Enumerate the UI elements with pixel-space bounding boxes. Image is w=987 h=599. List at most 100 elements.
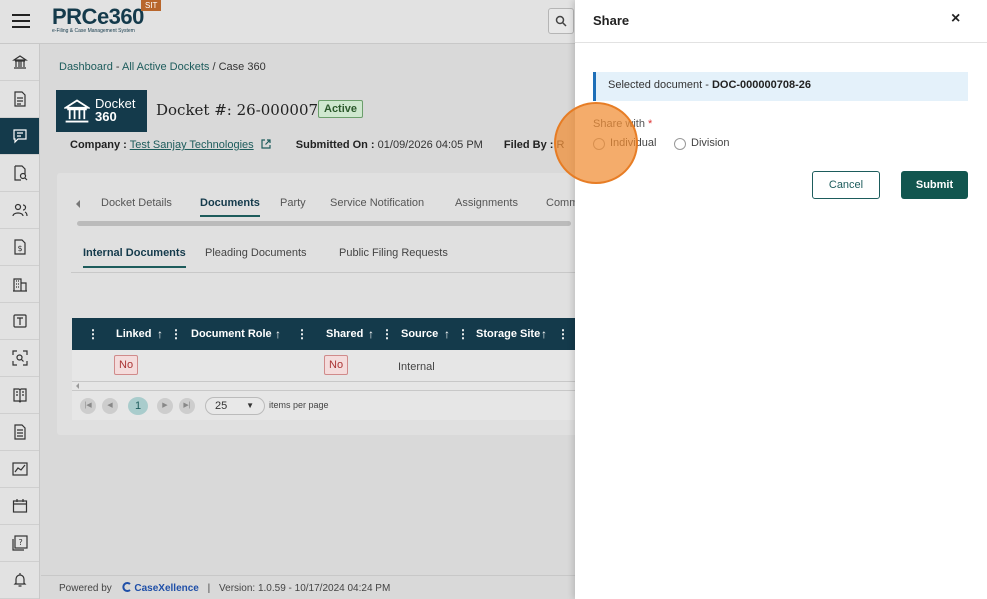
tab-documents[interactable]: Documents: [200, 197, 260, 217]
menu-icon[interactable]: [12, 14, 30, 28]
breadcrumb-dashboard[interactable]: Dashboard: [59, 61, 113, 73]
main-content: Dashboard - All Active Dockets / Case 36…: [41, 45, 587, 575]
column-menu-icon[interactable]: ⋮: [296, 327, 308, 341]
sidebar-item-organizations[interactable]: [0, 266, 39, 303]
text-box-icon: [12, 314, 27, 328]
breadcrumb-active-dockets[interactable]: All Active Dockets: [122, 61, 209, 73]
close-icon[interactable]: ×: [951, 10, 960, 28]
sidebar-item-fees[interactable]: $: [0, 229, 39, 266]
radio-division-label[interactable]: Division: [691, 137, 730, 149]
sidebar-item-notifications[interactable]: [0, 562, 39, 599]
cancel-button[interactable]: Cancel: [812, 171, 880, 199]
page-size-select[interactable]: 25 ▼: [205, 397, 265, 415]
linked-badge: No: [114, 355, 139, 375]
shared-badge: No: [324, 355, 349, 375]
column-header-document-role[interactable]: Document Role: [191, 328, 272, 340]
file-search-icon: [13, 165, 27, 181]
column-header-source[interactable]: Source: [401, 328, 438, 340]
first-page-button[interactable]: |◀: [80, 398, 96, 414]
column-header-shared[interactable]: Shared: [326, 328, 363, 340]
sort-icon[interactable]: ↑: [541, 327, 547, 341]
sidebar-item-library[interactable]: [0, 377, 39, 414]
bank-icon: [11, 55, 28, 69]
sidebar-item-documents[interactable]: [0, 81, 39, 118]
sort-icon[interactable]: ↑: [368, 327, 374, 341]
search-button[interactable]: [548, 8, 574, 34]
prev-page-button[interactable]: ◀: [102, 398, 118, 414]
radio-circle[interactable]: [593, 138, 605, 150]
version-text: Version: 1.0.59 - 10/17/2024 04:24 PM: [219, 583, 391, 594]
selected-document-info: Selected document - DOC-000000708-26: [593, 72, 968, 101]
casexellence-logo-icon: [121, 582, 131, 592]
subtab-pleading-documents[interactable]: Pleading Documents: [205, 247, 307, 259]
subtab-public-filing-requests[interactable]: Public Filing Requests: [339, 247, 448, 259]
filed-by-label: Filed By :: [503, 139, 554, 151]
panel-header: Share ×: [575, 0, 987, 43]
sidebar-item-users[interactable]: [0, 192, 39, 229]
submitted-value: 01/09/2026 04:05 PM: [377, 139, 483, 151]
building-icon: [12, 278, 27, 292]
help-icon: ?: [11, 535, 28, 551]
env-badge: SIT: [141, 0, 162, 11]
footer-separator: |: [207, 583, 211, 594]
external-link-icon[interactable]: [261, 139, 271, 149]
last-page-button[interactable]: ▶|: [179, 398, 195, 414]
sort-icon[interactable]: ↑: [157, 327, 163, 341]
column-header-linked[interactable]: Linked: [116, 328, 151, 340]
tab-service-notification[interactable]: Service Notification: [330, 197, 424, 209]
powered-by-label: Powered by: [59, 583, 112, 594]
sidebar-item-help[interactable]: ?: [0, 525, 39, 562]
company-link[interactable]: Test Sanjay Technologies: [130, 139, 254, 151]
page-title: Docket #: 26-0000075: [156, 101, 328, 119]
app-logo[interactable]: PRCe360 e-Filing & Case Management Syste…: [52, 4, 144, 35]
docket-logo-line2: 360: [95, 109, 117, 124]
column-header-storage-site[interactable]: Storage Site: [476, 328, 540, 340]
sidebar-item-home[interactable]: [0, 44, 39, 81]
docket-360-logo: Docket 360: [56, 90, 147, 132]
sort-icon[interactable]: ↑: [444, 327, 450, 341]
page-icon: [13, 424, 26, 440]
grid-scrollbar[interactable]: [72, 382, 587, 390]
sidebar-item-analytics[interactable]: [0, 451, 39, 488]
sidebar-item-reports[interactable]: [0, 414, 39, 451]
column-menu-icon[interactable]: ⋮: [457, 327, 469, 341]
logo-text: PRCe360: [52, 4, 144, 29]
sort-icon[interactable]: ↑: [275, 327, 281, 341]
tab-assignments[interactable]: Assignments: [455, 197, 518, 209]
tab-scroll-left-button[interactable]: [73, 189, 87, 219]
current-page-button[interactable]: 1: [128, 397, 148, 415]
source-cell: Internal: [398, 361, 435, 373]
column-menu-icon[interactable]: ⋮: [170, 327, 182, 341]
table-row[interactable]: No No Internal: [72, 350, 587, 382]
tab-comments[interactable]: Comm: [546, 197, 578, 209]
radio-circle[interactable]: [674, 138, 686, 150]
filed-by-value: R: [556, 139, 565, 151]
selected-document-id: DOC-000000708-26: [711, 79, 812, 91]
chevron-left-icon: [76, 383, 79, 389]
submit-button[interactable]: Submit: [901, 171, 968, 199]
sidebar-item-scan[interactable]: [0, 340, 39, 377]
share-with-text: Share with: [593, 118, 645, 130]
sidebar-item-calendar[interactable]: [0, 488, 39, 525]
chat-icon: [12, 129, 27, 144]
sidebar-item-search-docs[interactable]: [0, 155, 39, 192]
search-icon: [555, 15, 567, 27]
required-mark: *: [648, 118, 653, 130]
pager: |◀ ◀ 1 ▶ ▶| 25 ▼ items per page: [72, 390, 587, 420]
tab-docket-details[interactable]: Docket Details: [101, 197, 172, 209]
sidebar-item-templates[interactable]: [0, 303, 39, 340]
logo-subtitle: e-Filing & Case Management System: [52, 28, 135, 34]
footer: Powered by CaseXellence | Version: 1.0.5…: [41, 575, 587, 599]
grid-header: ⋮ Linked ↑ ⋮ Document Role ↑ ⋮ Shared ↑ …: [72, 318, 587, 350]
sidebar-item-messages[interactable]: [0, 118, 39, 155]
next-page-button[interactable]: ▶: [157, 398, 173, 414]
subtab-internal-documents[interactable]: Internal Documents: [83, 247, 186, 268]
radio-individual-label[interactable]: Individual: [610, 137, 656, 149]
share-panel: Share × Selected document - DOC-00000070…: [575, 0, 987, 599]
tabs-scrollbar[interactable]: [77, 221, 571, 226]
svg-text:?: ?: [18, 538, 22, 547]
column-menu-icon[interactable]: ⋮: [557, 327, 569, 341]
column-menu-icon[interactable]: ⋮: [381, 327, 393, 341]
tab-party[interactable]: Party: [280, 197, 306, 209]
column-menu-icon[interactable]: ⋮: [87, 327, 99, 341]
